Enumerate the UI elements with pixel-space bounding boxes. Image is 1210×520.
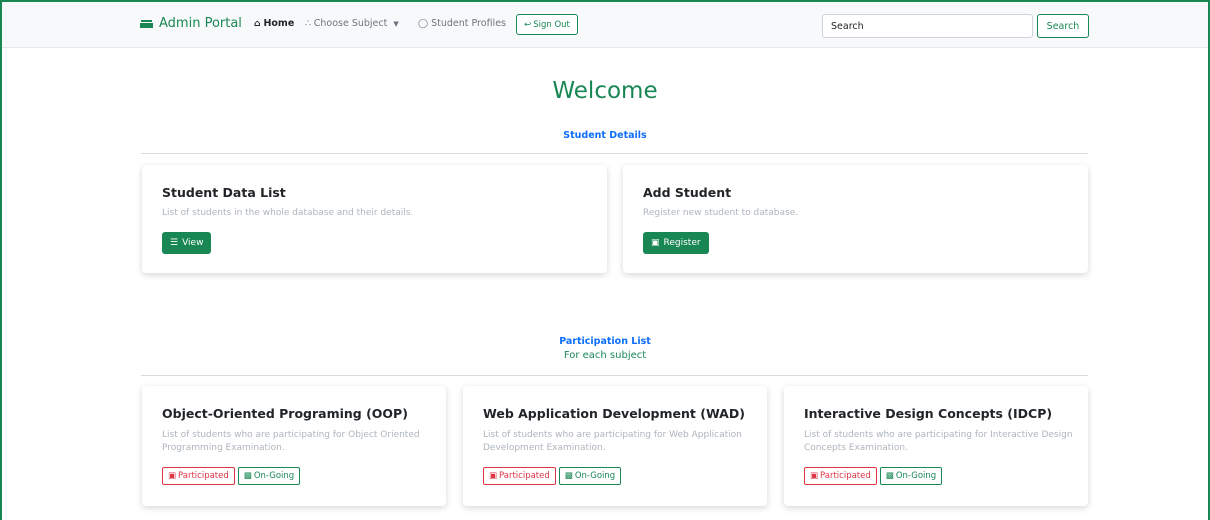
card-add-student: Add Student Register new student to data… bbox=[623, 165, 1088, 273]
participated-button[interactable]: ▣ Participated bbox=[804, 467, 877, 485]
view-button[interactable]: ☰ View bbox=[162, 232, 212, 254]
card-description: List of students in the whole database a… bbox=[162, 208, 414, 218]
nav-student-profiles-label: Student Profiles bbox=[431, 18, 506, 29]
student-details-heading: Student Details bbox=[563, 130, 647, 141]
divider bbox=[141, 153, 1088, 154]
caret-down-icon: ▼ bbox=[393, 19, 399, 28]
participation-heading: Participation List bbox=[559, 336, 651, 347]
calendar-icon: ▣ bbox=[810, 471, 819, 481]
register-button[interactable]: ▣ Register bbox=[643, 232, 709, 254]
participation-subheading: For each subject bbox=[563, 350, 647, 361]
nav-student-profiles[interactable]: ◯ Student Profiles bbox=[418, 18, 506, 29]
ongoing-label: On-Going bbox=[895, 471, 937, 481]
badge-row: ▣ Participated ▩ On-Going bbox=[804, 467, 943, 485]
nav-choose-subject-label: Choose Subject bbox=[313, 18, 388, 29]
card-title: Student Data List bbox=[162, 185, 286, 200]
ongoing-label: On-Going bbox=[574, 471, 616, 481]
list-icon: ☰ bbox=[170, 238, 179, 248]
nav-home-label: Home bbox=[263, 18, 295, 29]
calendar-icon: ▣ bbox=[489, 471, 498, 481]
brand-label: Admin Portal bbox=[159, 16, 242, 31]
brand[interactable]: Admin Portal bbox=[140, 16, 242, 31]
participated-button[interactable]: ▣ Participated bbox=[483, 467, 556, 485]
view-button-label: View bbox=[182, 238, 204, 248]
card-subject-wad: Web Application Development (WAD) List o… bbox=[463, 386, 767, 506]
participated-button[interactable]: ▣ Participated bbox=[162, 467, 235, 485]
card-subject-oop: Object-Oriented Programing (OOP) List of… bbox=[142, 386, 446, 506]
card-title: Web Application Development (WAD) bbox=[483, 406, 745, 421]
calendar-icon: ▣ bbox=[168, 471, 177, 481]
card-title: Interactive Design Concepts (IDCP) bbox=[804, 406, 1053, 421]
sign-out-button[interactable]: ↩ Sign Out bbox=[516, 14, 578, 35]
badge-row: ▣ Participated ▩ On-Going bbox=[483, 467, 622, 485]
page-title: Welcome bbox=[552, 78, 658, 104]
card-description: List of students who are participating f… bbox=[483, 430, 742, 453]
diagram-icon: ∴ bbox=[305, 18, 311, 29]
clipboard-icon: ▩ bbox=[885, 471, 894, 481]
card-student-data-list: Student Data List List of students in th… bbox=[142, 165, 607, 273]
nav-home[interactable]: ⌂ Home bbox=[254, 18, 294, 29]
ongoing-button[interactable]: ▩ On-Going bbox=[237, 467, 301, 485]
sign-out-label: Sign Out bbox=[533, 19, 570, 30]
clipboard-icon: ▩ bbox=[243, 471, 252, 481]
home-icon: ⌂ bbox=[254, 18, 261, 29]
participated-label: Participated bbox=[820, 471, 871, 481]
card-title: Object-Oriented Programing (OOP) bbox=[162, 406, 408, 421]
app-frame: Admin Portal ⌂ Home ∴ Choose Subject ▼ ◯… bbox=[0, 0, 1210, 520]
folder-icon: ▣ bbox=[651, 238, 660, 248]
divider bbox=[141, 375, 1088, 376]
participated-label: Participated bbox=[178, 471, 229, 481]
card-description: List of students who are participating f… bbox=[804, 430, 1073, 453]
ongoing-button[interactable]: ▩ On-Going bbox=[558, 467, 622, 485]
card-description: Register new student to database. bbox=[643, 208, 799, 218]
card-subject-idcp: Interactive Design Concepts (IDCP) List … bbox=[784, 386, 1088, 506]
participated-label: Participated bbox=[499, 471, 550, 481]
navbar: Admin Portal ⌂ Home ∴ Choose Subject ▼ ◯… bbox=[2, 2, 1208, 48]
register-button-label: Register bbox=[663, 238, 701, 248]
card-description: List of students who are participating f… bbox=[162, 430, 420, 453]
clipboard-icon: ▩ bbox=[564, 471, 573, 481]
sign-out-icon: ↩ bbox=[524, 19, 532, 30]
card-title: Add Student bbox=[643, 185, 732, 200]
ongoing-label: On-Going bbox=[253, 471, 295, 481]
nav-choose-subject[interactable]: ∴ Choose Subject ▼ bbox=[305, 18, 399, 29]
search-button[interactable]: Search bbox=[1037, 14, 1089, 38]
badge-row: ▣ Participated ▩ On-Going bbox=[162, 467, 301, 485]
search-input[interactable] bbox=[822, 14, 1033, 38]
database-icon bbox=[140, 19, 153, 28]
people-icon: ◯ bbox=[418, 18, 429, 29]
ongoing-button[interactable]: ▩ On-Going bbox=[879, 467, 943, 485]
